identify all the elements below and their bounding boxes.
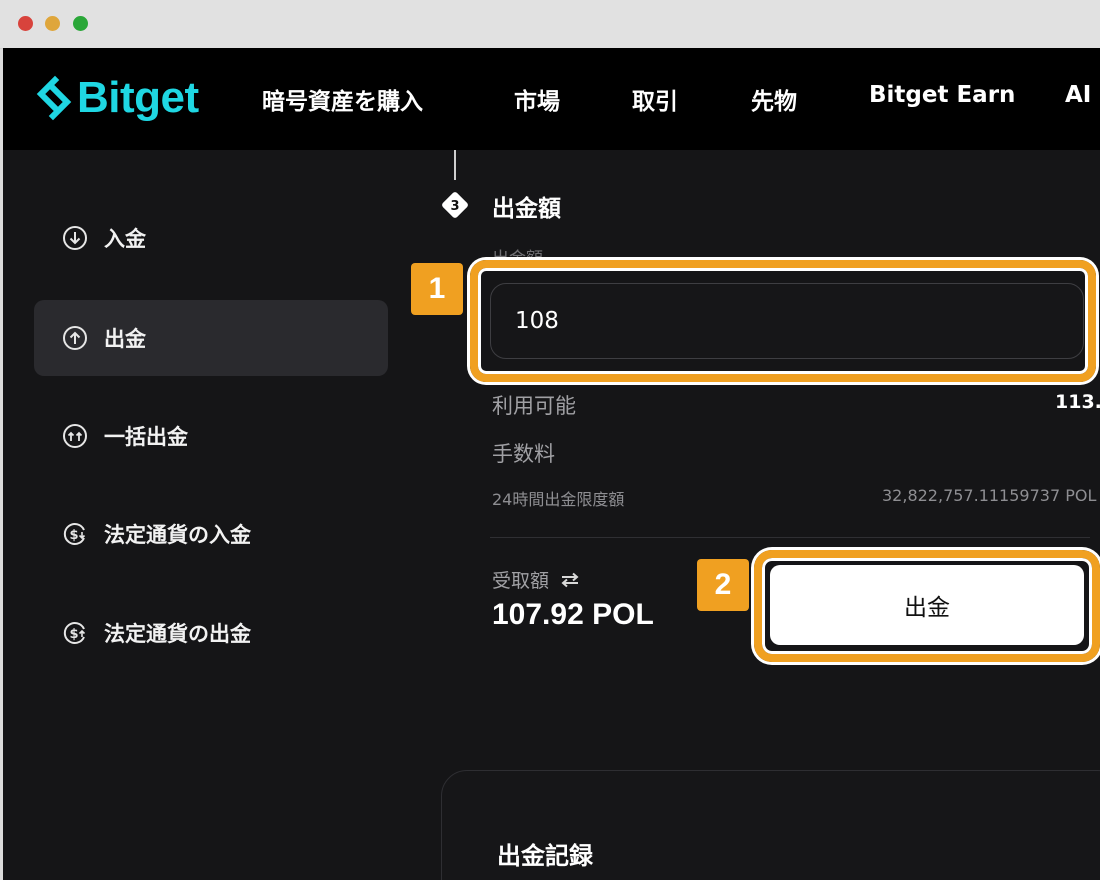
sidebar-item-label: 一括出金 bbox=[104, 425, 188, 449]
nav-trade[interactable]: 取引 bbox=[632, 82, 678, 116]
highlight-box-1 bbox=[470, 260, 1096, 382]
dollar-out-icon: $ bbox=[62, 620, 88, 646]
nav-earn[interactable]: Bitget Earn bbox=[869, 82, 1015, 108]
sidebar-item-fiat-deposit[interactable]: $ 法定通貨の入金 bbox=[34, 496, 388, 572]
step-badge-1: 1 bbox=[411, 263, 463, 315]
step-badge-2: 2 bbox=[697, 559, 749, 611]
arrow-up-circle-icon bbox=[62, 325, 88, 351]
step-title: 出金額 bbox=[492, 196, 561, 222]
minimize-window-icon[interactable] bbox=[45, 16, 60, 31]
close-window-icon[interactable] bbox=[18, 16, 33, 31]
available-value: 113. bbox=[1055, 391, 1100, 413]
receive-amount: 107.92 POL bbox=[492, 598, 654, 631]
nav-buy-crypto[interactable]: 暗号資産を購入 bbox=[262, 82, 423, 116]
multi-arrow-up-circle-icon bbox=[62, 423, 88, 449]
receive-label: 受取額 bbox=[492, 566, 581, 593]
sidebar-item-withdraw[interactable]: 出金 bbox=[34, 300, 388, 376]
svg-text:3: 3 bbox=[450, 199, 459, 214]
divider bbox=[490, 537, 1090, 538]
bitget-logo-icon bbox=[36, 75, 72, 121]
fee-label: 手数料 bbox=[492, 442, 555, 466]
brand-logo[interactable]: Bitget bbox=[33, 68, 199, 128]
limit-label: 24時間出金限度額 bbox=[492, 490, 625, 509]
step-3-icon: 3 bbox=[442, 192, 468, 218]
arrow-down-circle-icon bbox=[62, 225, 88, 251]
swap-icon[interactable] bbox=[559, 572, 581, 588]
sidebar-item-batch-withdraw[interactable]: 一括出金 bbox=[34, 398, 388, 474]
window-titlebar bbox=[0, 0, 1100, 49]
receive-label-text: 受取額 bbox=[492, 570, 550, 592]
top-navigation: Bitget 暗号資産を購入 市場 取引 先物 Bitget Earn AI bbox=[3, 48, 1100, 150]
nav-markets[interactable]: 市場 bbox=[514, 82, 560, 116]
step-connector bbox=[454, 150, 456, 180]
app-window: Bitget 暗号資産を購入 市場 取引 先物 Bitget Earn AI 入… bbox=[3, 48, 1100, 880]
brand-name: Bitget bbox=[77, 73, 199, 122]
limit-value: 32,822,757.11159737 POL bbox=[882, 486, 1097, 505]
withdraw-records-title: 出金記録 bbox=[497, 842, 593, 870]
sidebar-item-fiat-withdraw[interactable]: $ 法定通貨の出金 bbox=[34, 595, 388, 671]
sidebar-item-label: 法定通貨の出金 bbox=[104, 622, 251, 646]
available-label: 利用可能 bbox=[492, 394, 576, 418]
highlight-box-2 bbox=[754, 550, 1100, 662]
nav-futures[interactable]: 先物 bbox=[751, 82, 797, 116]
nav-ai[interactable]: AI bbox=[1065, 82, 1091, 108]
maximize-window-icon[interactable] bbox=[73, 16, 88, 31]
dollar-in-icon: $ bbox=[62, 521, 88, 547]
svg-text:$: $ bbox=[70, 528, 79, 543]
sidebar-item-label: 出金 bbox=[104, 327, 146, 351]
svg-text:$: $ bbox=[70, 627, 79, 642]
sidebar-item-label: 法定通貨の入金 bbox=[104, 523, 251, 547]
sidebar-item-deposit[interactable]: 入金 bbox=[34, 200, 388, 276]
sidebar-item-label: 入金 bbox=[104, 227, 146, 251]
